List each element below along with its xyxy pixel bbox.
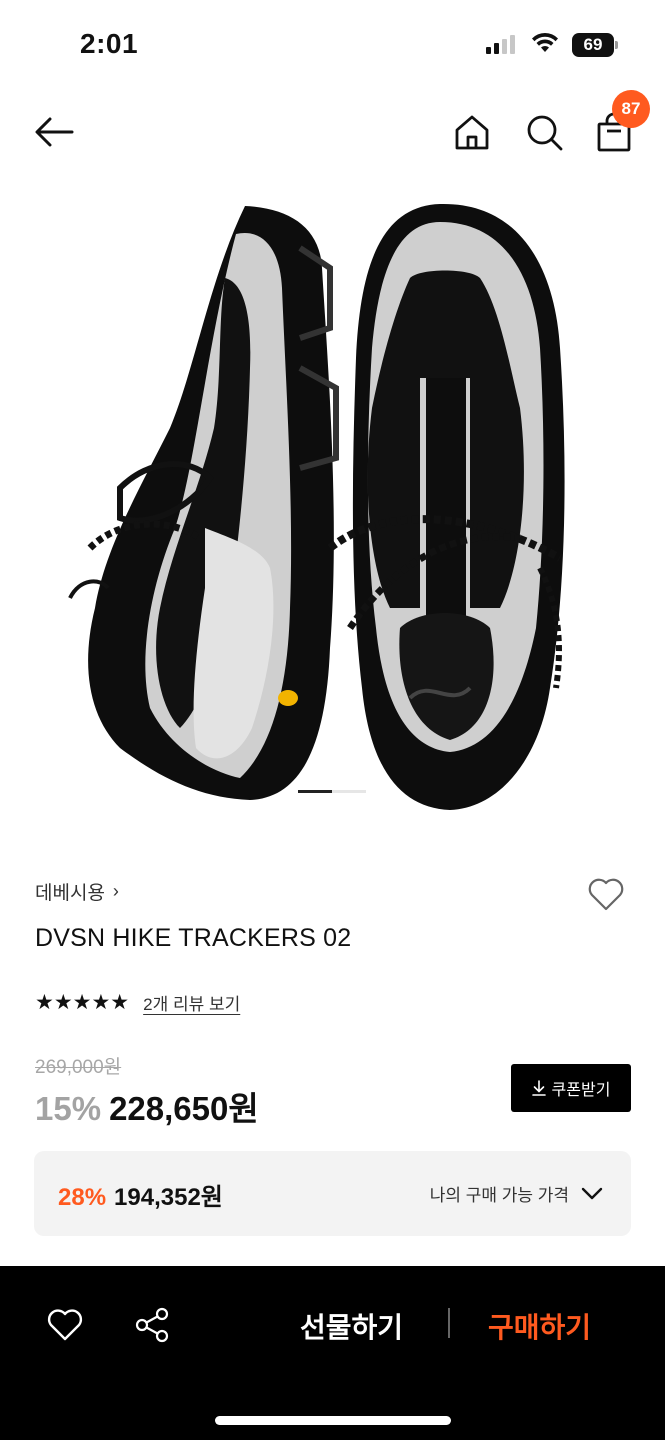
- sale-price: 228,650원: [109, 1090, 259, 1127]
- cart-count-badge: 87: [612, 90, 650, 128]
- left-shoe-illustration: [68, 206, 339, 800]
- coupon-label: 쿠폰받기: [551, 1082, 611, 1099]
- top-nav: [0, 100, 665, 164]
- original-price: 269,000원: [35, 1057, 122, 1078]
- brand-link[interactable]: 데베시용 ›: [35, 878, 119, 905]
- product-title: DVSN HIKE TRACKERS 02: [35, 924, 352, 952]
- search-icon[interactable]: [524, 112, 564, 152]
- carousel-dot: [332, 790, 366, 793]
- back-arrow-icon[interactable]: [32, 112, 76, 152]
- brand-name: 데베시용: [35, 883, 105, 904]
- my-price-values: 28% 194,352원: [58, 1177, 223, 1212]
- status-time: 2:01: [80, 28, 139, 59]
- discount-rate: 15%: [35, 1090, 102, 1127]
- my-price-toggle[interactable]: 나의 구매 가능 가격: [430, 1181, 603, 1206]
- home-indicator[interactable]: [215, 1416, 451, 1425]
- my-discount-rate: 28%: [58, 1184, 107, 1211]
- heart-icon[interactable]: [46, 1306, 84, 1344]
- cellular-signal-icon: [486, 34, 515, 54]
- wishlist-heart-icon[interactable]: [586, 874, 626, 914]
- rating-row: ★★★★★ 2개 리뷰 보기: [35, 990, 240, 1015]
- chevron-right-icon: ›: [112, 881, 119, 901]
- battery-level: 69: [572, 33, 614, 57]
- my-price-panel[interactable]: 28% 194,352원 나의 구매 가능 가격: [34, 1151, 631, 1236]
- my-price-label: 나의 구매 가능 가격: [429, 1186, 569, 1205]
- price-row: 15% 228,650원: [35, 1082, 259, 1130]
- wifi-icon: [532, 32, 558, 52]
- star-rating: ★★★★★: [35, 991, 130, 1014]
- share-icon[interactable]: [134, 1306, 172, 1344]
- chevron-down-icon: [581, 1187, 603, 1199]
- bottom-action-bar: 선물하기 구매하기: [0, 1266, 665, 1440]
- product-image[interactable]: [0, 188, 665, 824]
- review-link[interactable]: 2개 리뷰 보기: [143, 990, 240, 1015]
- gift-button[interactable]: 선물하기: [300, 1306, 403, 1346]
- download-icon: [531, 1080, 546, 1096]
- my-price: 194,352원: [114, 1184, 223, 1211]
- image-carousel-indicator: [298, 790, 366, 793]
- status-bar: 2:01 69: [0, 0, 665, 90]
- home-icon[interactable]: [452, 112, 492, 152]
- divider: [448, 1308, 450, 1338]
- buy-button[interactable]: 구매하기: [488, 1306, 591, 1346]
- carousel-dot-active: [298, 790, 332, 793]
- coupon-download-button[interactable]: 쿠폰받기: [511, 1064, 631, 1112]
- right-shoe-illustration: [327, 203, 565, 811]
- battery-icon: 69: [572, 33, 618, 57]
